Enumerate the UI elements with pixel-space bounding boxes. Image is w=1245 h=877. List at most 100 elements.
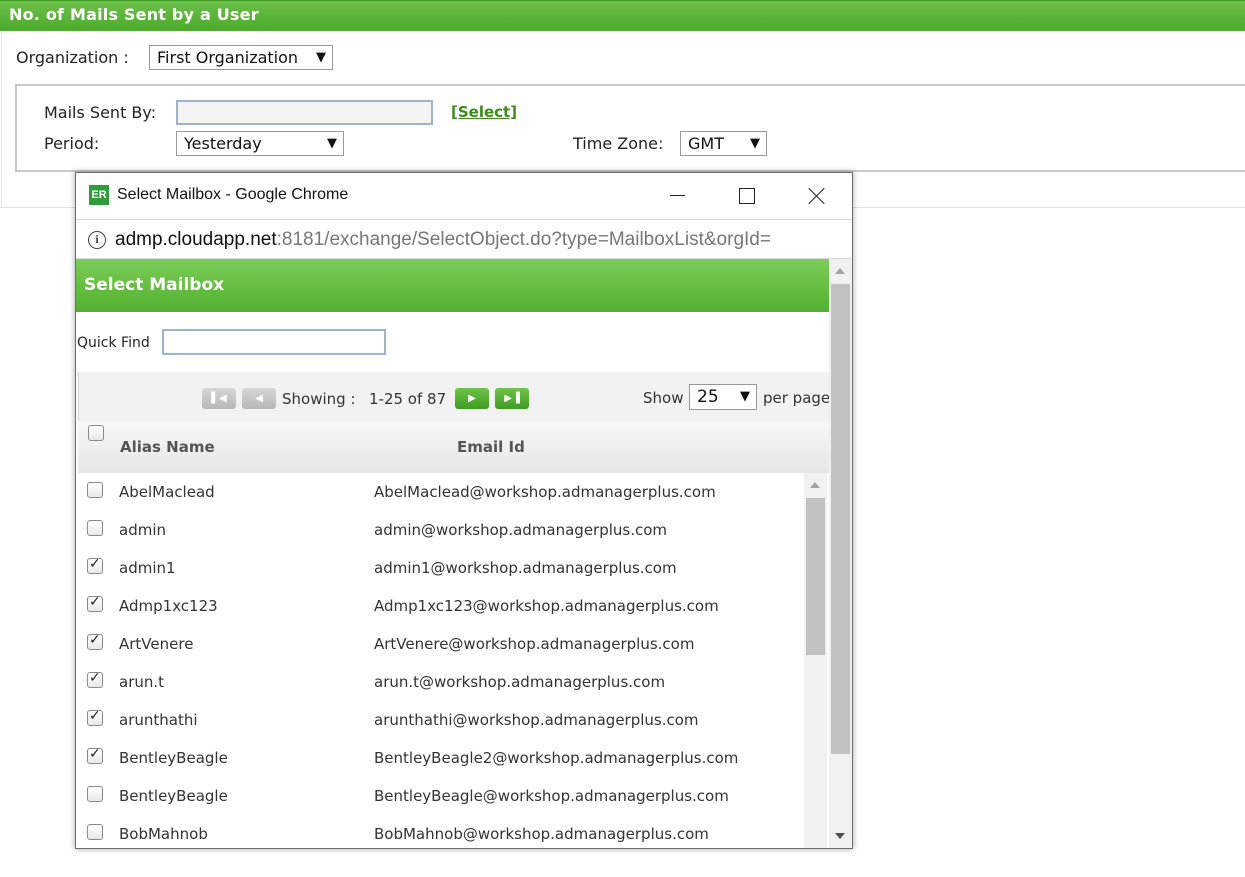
url-path: :8181/exchange/SelectObject.do?type=Mail… xyxy=(276,229,771,250)
table-row[interactable]: admin1 admin1@workshop.admanagerplus.com xyxy=(76,549,804,587)
table-row[interactable]: BentleyBeagle BentleyBeagle@workshop.adma… xyxy=(76,777,804,815)
filter-panel xyxy=(15,84,1245,172)
alias-name: admin1 xyxy=(119,559,176,577)
alias-name: arunthathi xyxy=(119,711,198,729)
select-all-checkbox[interactable] xyxy=(88,425,104,441)
scroll-up-icon[interactable] xyxy=(810,482,820,488)
popup-content: Select Mailbox Quick Find ▌◀ ◀ Showing :… xyxy=(76,259,852,848)
period-label: Period: xyxy=(44,134,100,153)
list-scrollbar[interactable] xyxy=(804,473,827,848)
organization-select[interactable]: First Organization ▼ xyxy=(149,45,333,70)
dropdown-arrow-icon: ▼ xyxy=(327,136,337,151)
dropdown-arrow-icon: ▼ xyxy=(750,136,760,151)
window-scrollbar[interactable] xyxy=(829,259,852,848)
row-checkbox[interactable] xyxy=(87,632,103,650)
table-row[interactable]: admin admin@workshop.admanagerplus.com xyxy=(76,511,804,549)
table-row[interactable]: arunthathi arunthathi@workshop.admanagerp… xyxy=(76,701,804,739)
alias-name: admin xyxy=(119,521,166,539)
select-mailbox-link[interactable]: [Select] xyxy=(451,103,517,121)
timezone-select[interactable]: GMT ▼ xyxy=(680,131,767,156)
table-row[interactable]: AbelMaclead AbelMaclead@workshop.admanage… xyxy=(76,473,804,511)
per-page-value: 25 xyxy=(697,387,719,407)
organization-select-value: First Organization xyxy=(157,48,299,67)
info-icon[interactable]: i xyxy=(88,231,106,249)
mailbox-header: Select Mailbox xyxy=(76,259,829,312)
row-checkbox[interactable] xyxy=(87,670,103,688)
alias-name: Admp1xc123 xyxy=(119,597,218,615)
alias-name: AbelMaclead xyxy=(119,483,215,501)
table-row[interactable]: BentleyBeagle BentleyBeagle2@workshop.adm… xyxy=(76,739,804,777)
row-checkbox[interactable] xyxy=(87,556,103,574)
scroll-up-icon[interactable] xyxy=(835,268,845,274)
page-border xyxy=(1,31,2,208)
quick-find-label: Quick Find xyxy=(77,335,150,351)
dropdown-arrow-icon: ▼ xyxy=(316,50,326,65)
table-row[interactable]: arun.t arun.t@workshop.admanagerplus.com xyxy=(76,663,804,701)
table-row[interactable]: ArtVenere ArtVenere@workshop.admanagerplu… xyxy=(76,625,804,663)
period-select[interactable]: Yesterday ▼ xyxy=(176,131,344,156)
alias-name: ArtVenere xyxy=(119,635,194,653)
list-scrollbar-thumb[interactable] xyxy=(806,498,825,655)
window-scrollbar-thumb[interactable] xyxy=(831,284,850,754)
mails-sent-by-input[interactable] xyxy=(176,100,433,125)
per-page-select[interactable]: 25 ▼ xyxy=(689,384,757,410)
row-checkbox[interactable] xyxy=(87,708,103,726)
email-id: arunthathi@workshop.admanagerplus.com xyxy=(374,711,699,729)
showing-label: Showing : xyxy=(282,390,356,408)
last-page-button[interactable]: ▶▐ xyxy=(495,388,529,409)
email-id: BentleyBeagle2@workshop.admanagerplus.co… xyxy=(374,749,739,767)
quick-find-input[interactable] xyxy=(162,329,386,355)
alias-name: BentleyBeagle xyxy=(119,749,228,767)
window-title: Select Mailbox - Google Chrome xyxy=(117,186,349,203)
email-id: AbelMaclead@workshop.admanagerplus.com xyxy=(374,483,716,501)
period-select-value: Yesterday xyxy=(184,134,262,153)
column-header-alias[interactable]: Alias Name xyxy=(120,438,215,456)
scroll-down-icon[interactable] xyxy=(835,833,845,839)
maximize-icon[interactable] xyxy=(723,181,769,211)
per-page-label: per page xyxy=(763,389,831,407)
row-checkbox[interactable] xyxy=(87,746,103,764)
first-page-button[interactable]: ▌◀ xyxy=(202,388,236,409)
last-page-icon: ▶▐ xyxy=(504,393,520,404)
previous-page-icon: ◀ xyxy=(255,393,263,404)
report-header: No. of Mails Sent by a User xyxy=(0,0,1245,31)
alias-name: BentleyBeagle xyxy=(119,787,228,805)
address-bar[interactable]: i admp.cloudapp.net:8181/exchange/Select… xyxy=(76,219,852,259)
email-id: admin1@workshop.admanagerplus.com xyxy=(374,559,677,577)
row-checkbox[interactable] xyxy=(87,482,103,498)
mailbox-list: AbelMaclead AbelMaclead@workshop.admanage… xyxy=(76,473,804,848)
alias-name: BobMahnob xyxy=(119,825,208,843)
first-page-icon: ▌◀ xyxy=(211,393,227,404)
url-text: admp.cloudapp.net:8181/exchange/SelectOb… xyxy=(115,229,771,251)
previous-page-button[interactable]: ◀ xyxy=(242,388,276,409)
email-id: ArtVenere@workshop.admanagerplus.com xyxy=(374,635,695,653)
dropdown-arrow-icon: ▼ xyxy=(740,389,750,404)
email-id: BobMahnob@workshop.admanagerplus.com xyxy=(374,825,709,843)
show-label: Show xyxy=(643,389,684,407)
row-checkbox[interactable] xyxy=(87,594,103,612)
timezone-label: Time Zone: xyxy=(573,134,664,153)
row-checkbox[interactable] xyxy=(87,786,103,802)
report-title: No. of Mails Sent by a User xyxy=(9,5,259,24)
organization-label: Organization : xyxy=(16,48,129,67)
minimize-icon[interactable] xyxy=(654,181,700,211)
mails-sent-by-label: Mails Sent By: xyxy=(44,103,157,122)
alias-name: arun.t xyxy=(119,673,165,691)
email-id: BentleyBeagle@workshop.admanagerplus.com xyxy=(374,787,729,805)
table-row[interactable]: Admp1xc123 Admp1xc123@workshop.admanagerp… xyxy=(76,587,804,625)
table-row[interactable]: BobMahnob BobMahnob@workshop.admanagerplu… xyxy=(76,815,804,848)
next-page-icon: ▶ xyxy=(468,393,476,404)
column-header-email[interactable]: Email Id xyxy=(457,438,525,456)
row-checkbox[interactable] xyxy=(87,824,103,840)
email-id: Admp1xc123@workshop.admanagerplus.com xyxy=(374,597,719,615)
app-icon: ER xyxy=(89,185,109,205)
mailbox-title: Select Mailbox xyxy=(84,275,225,295)
close-icon[interactable] xyxy=(794,181,840,211)
window-titlebar[interactable]: ER Select Mailbox - Google Chrome xyxy=(76,173,852,219)
showing-range: 1-25 of 87 xyxy=(369,390,447,408)
row-checkbox[interactable] xyxy=(87,520,103,536)
next-page-button[interactable]: ▶ xyxy=(455,388,489,409)
timezone-select-value: GMT xyxy=(688,134,724,153)
email-id: arun.t@workshop.admanagerplus.com xyxy=(374,673,666,691)
url-host: admp.cloudapp.net xyxy=(115,229,277,250)
